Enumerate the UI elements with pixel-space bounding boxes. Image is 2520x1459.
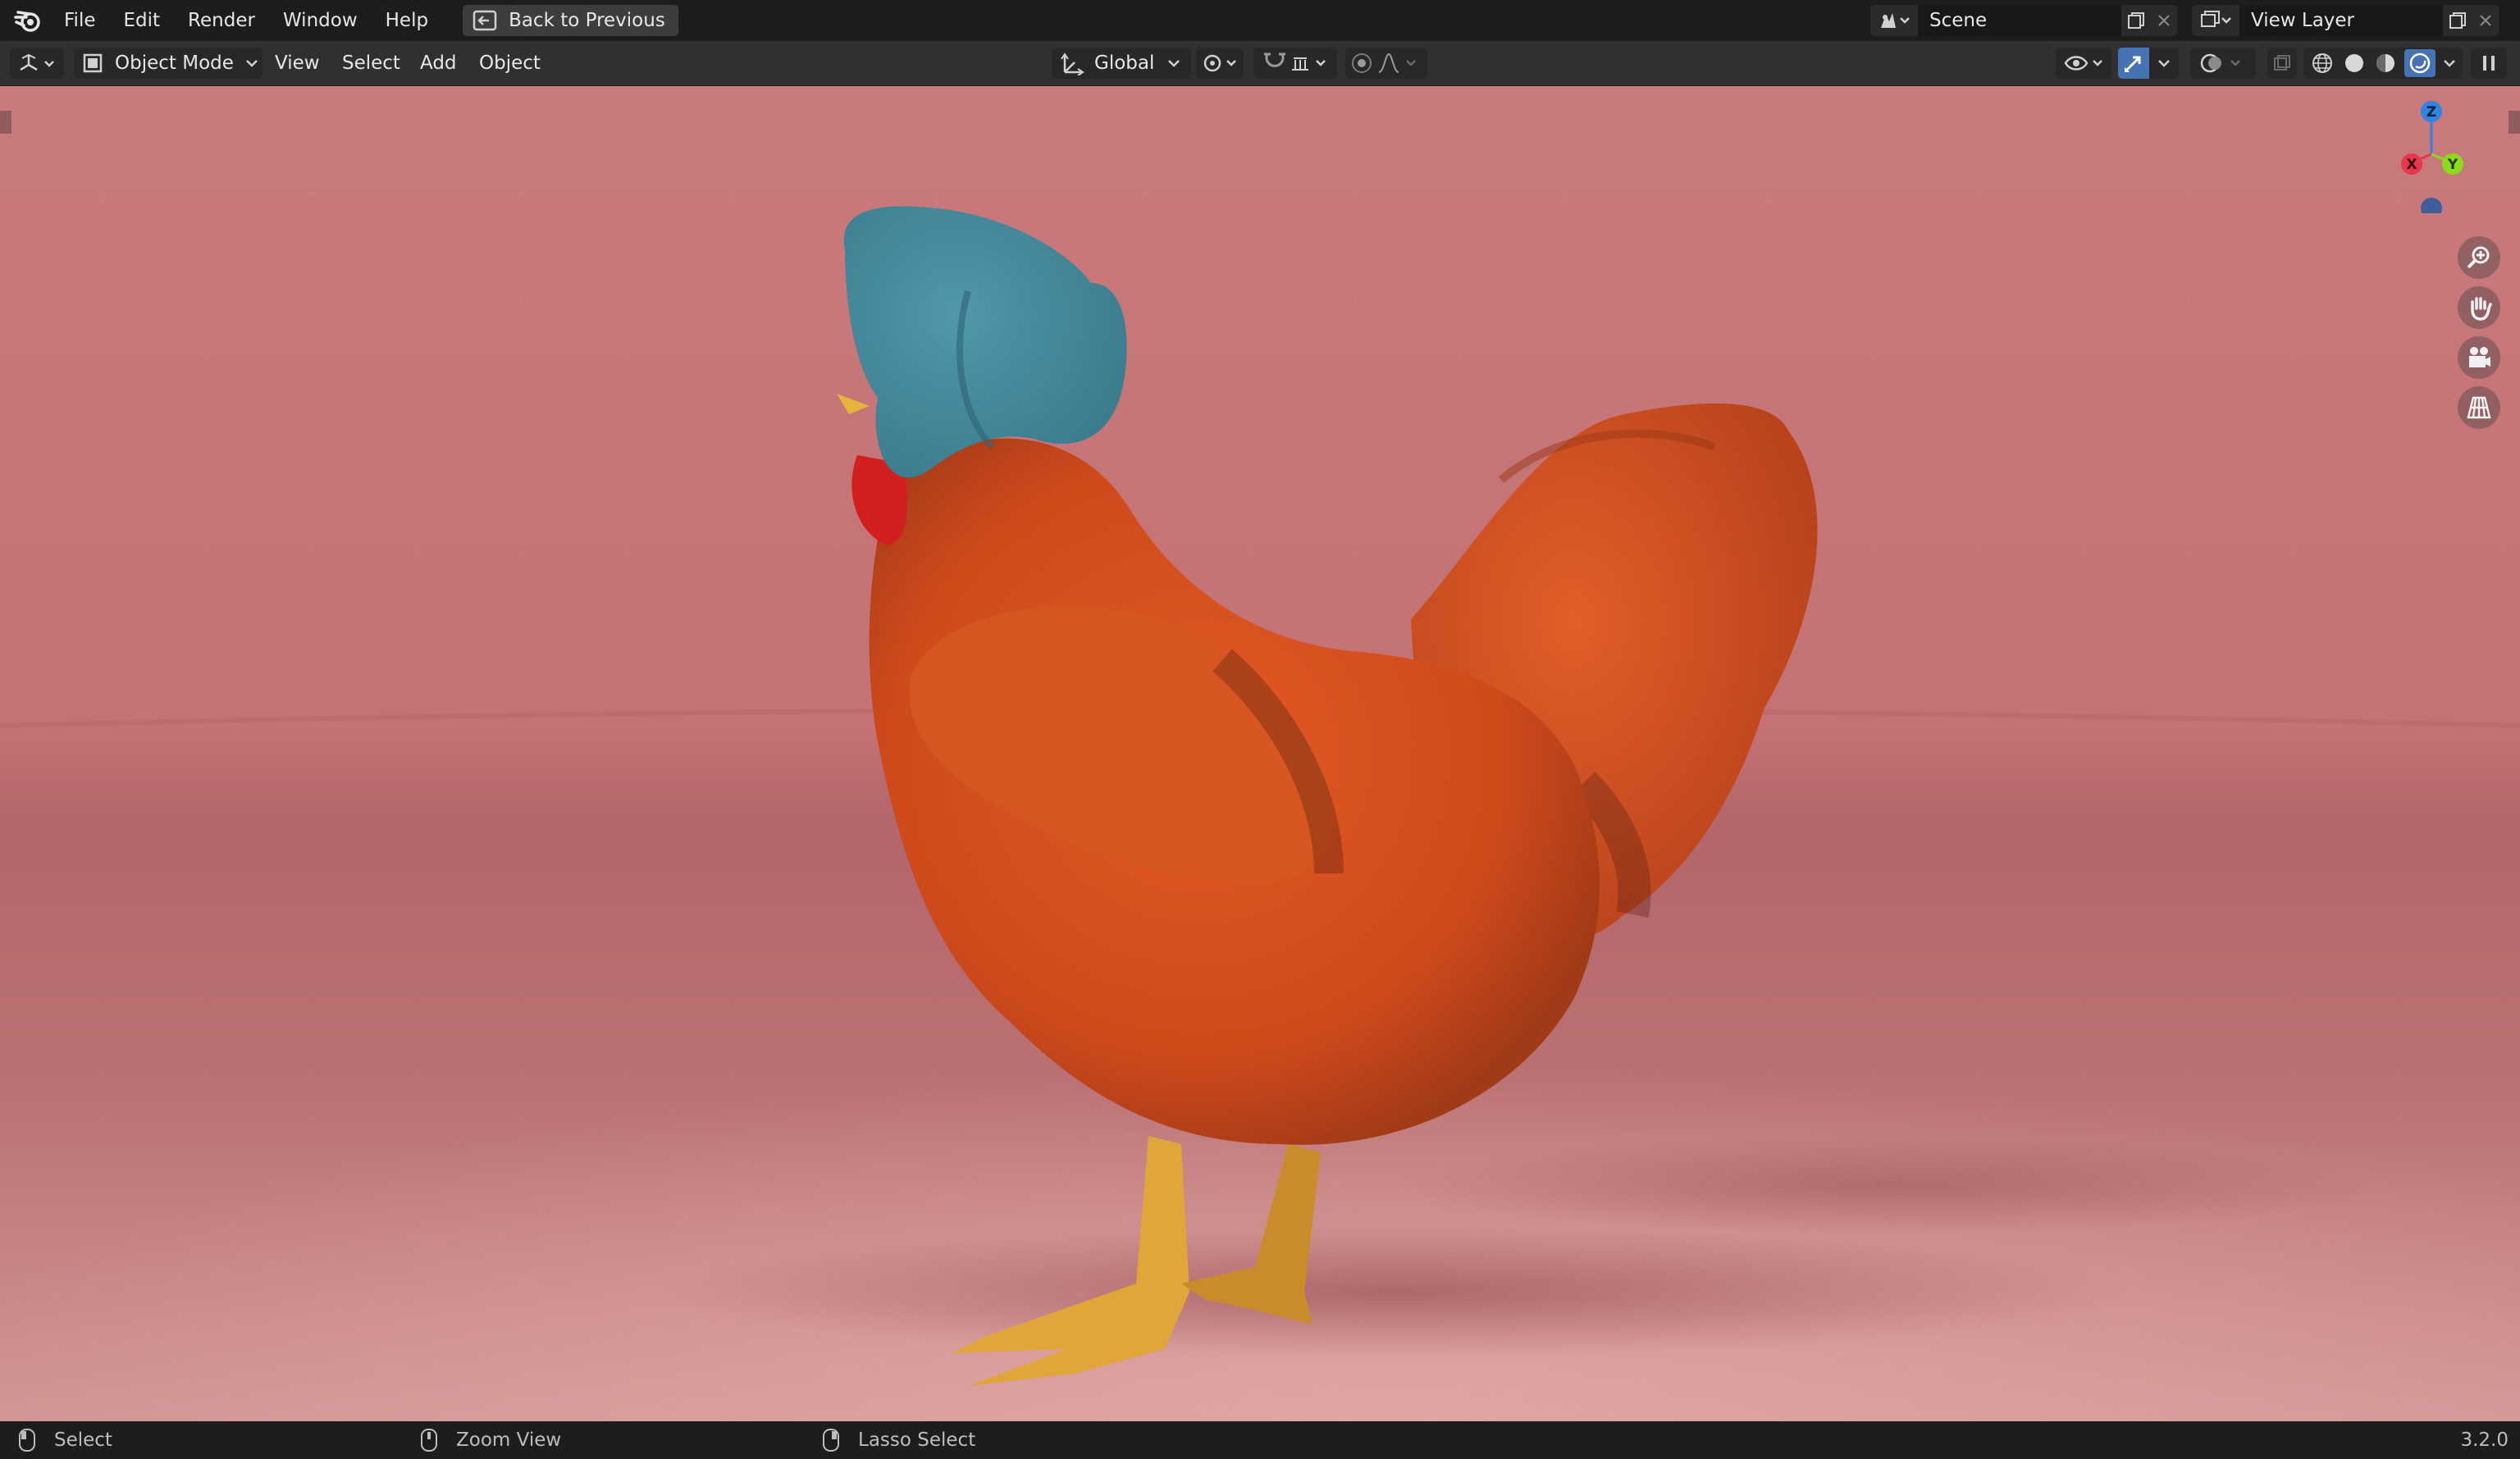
3d-viewport-icon bbox=[20, 53, 54, 71]
view-layer-name-field[interactable]: View Layer bbox=[2239, 5, 2443, 36]
chevron-down-icon bbox=[1168, 60, 1180, 67]
transform-orientation-label: Global bbox=[1094, 52, 1155, 74]
back-to-previous-label: Back to Previous bbox=[509, 10, 665, 31]
menu-edit[interactable]: Edit bbox=[124, 10, 161, 31]
solid-shading-icon[interactable] bbox=[2342, 51, 2367, 75]
camera-view-button[interactable] bbox=[2458, 336, 2500, 379]
show-gizmo-toggle[interactable] bbox=[2118, 48, 2149, 79]
grid-perspective-icon bbox=[2467, 396, 2491, 419]
falloff-curve-icon bbox=[1378, 52, 1416, 73]
pause-icon bbox=[2483, 56, 2495, 71]
transform-orientation-dropdown[interactable]: Global bbox=[1052, 48, 1191, 79]
view-layer-browse-button[interactable] bbox=[2192, 5, 2239, 36]
overlays-icon bbox=[2200, 53, 2240, 73]
scene-icon bbox=[1881, 13, 1910, 28]
menu-window[interactable]: Window bbox=[283, 10, 358, 31]
scene-browse-button[interactable] bbox=[1870, 5, 1918, 36]
material-preview-icon[interactable] bbox=[2373, 51, 2398, 75]
view-layer-name: View Layer bbox=[2251, 10, 2355, 31]
object-mode-icon bbox=[83, 53, 103, 73]
proportional-editing-icon bbox=[1352, 53, 1372, 73]
snap-increment-icon bbox=[1292, 57, 1326, 71]
pivot-point-dropdown[interactable] bbox=[1196, 48, 1244, 79]
top-menu-bar: File Edit Render Window Help Back to Pre… bbox=[0, 0, 2520, 41]
gizmo-options-dropdown[interactable] bbox=[2149, 48, 2179, 79]
version-label: 3.2.0 bbox=[2460, 1429, 2509, 1451]
eye-icon bbox=[2064, 56, 2102, 71]
axis-y-label: Y bbox=[2447, 157, 2458, 173]
gizmo-icon bbox=[2125, 56, 2141, 72]
overlays-toggle[interactable] bbox=[2190, 48, 2256, 79]
sidebar-toggle[interactable] bbox=[2509, 111, 2520, 134]
pivot-point-icon bbox=[1203, 54, 1236, 72]
toolbar-toggle[interactable] bbox=[0, 111, 11, 134]
view-menu[interactable]: View bbox=[275, 48, 320, 79]
selectability-visibility-dropdown[interactable] bbox=[2056, 48, 2111, 79]
proportional-editing-toggle[interactable] bbox=[1345, 48, 1427, 79]
new-scene-button[interactable] bbox=[2121, 5, 2151, 36]
blender-logo-icon[interactable] bbox=[13, 6, 43, 35]
close-icon bbox=[2480, 15, 2491, 26]
axis-neg-z-handle[interactable] bbox=[2421, 198, 2442, 213]
pause-render-button[interactable] bbox=[2471, 48, 2507, 79]
xray-icon bbox=[2274, 55, 2290, 71]
zoom-view-button[interactable] bbox=[2458, 236, 2500, 279]
view-layer-icon bbox=[2201, 11, 2231, 27]
snapping-toggle[interactable] bbox=[1253, 48, 1337, 79]
mouse-right-icon bbox=[823, 1429, 839, 1452]
wireframe-shading-icon[interactable] bbox=[2310, 51, 2335, 75]
delete-scene-button[interactable] bbox=[2151, 5, 2177, 36]
magnet-icon bbox=[1264, 52, 1285, 67]
mouse-middle-icon bbox=[421, 1429, 437, 1452]
back-arrow-icon bbox=[472, 10, 497, 31]
back-to-previous-button[interactable]: Back to Previous bbox=[463, 5, 678, 36]
object-mode-label: Object Mode bbox=[115, 52, 234, 74]
scene-name: Scene bbox=[1929, 10, 1988, 31]
orientation-global-icon bbox=[1061, 52, 1084, 75]
axis-x-label: X bbox=[2406, 157, 2417, 173]
camera-icon bbox=[2469, 347, 2490, 367]
status-lasso-label: Lasso Select bbox=[858, 1429, 976, 1451]
viewport-header: Object Mode View Select Add Object Globa… bbox=[0, 41, 2520, 86]
object-menu[interactable]: Object bbox=[479, 48, 541, 79]
duplicate-icon bbox=[2449, 12, 2466, 29]
status-select-label: Select bbox=[54, 1429, 112, 1451]
status-hint-lasso: Lasso Select bbox=[822, 1428, 975, 1452]
new-view-layer-button[interactable] bbox=[2443, 5, 2472, 36]
status-zoom-label: Zoom View bbox=[456, 1429, 562, 1451]
duplicate-icon bbox=[2128, 12, 2144, 29]
rendered-shading-icon bbox=[2410, 52, 2431, 74]
status-hint-zoom: Zoom View bbox=[420, 1428, 561, 1452]
scene-selector: Scene bbox=[1870, 5, 2177, 36]
status-bar: Select Zoom View Lasso Select 3.2.0 bbox=[0, 1421, 2520, 1459]
zoom-icon bbox=[2467, 246, 2490, 269]
pan-view-button[interactable] bbox=[2458, 286, 2500, 329]
rendered-shading-button[interactable] bbox=[2404, 49, 2436, 77]
chevron-down-icon bbox=[2158, 60, 2170, 67]
delete-view-layer-button[interactable] bbox=[2472, 5, 2499, 36]
object-mode-dropdown[interactable]: Object Mode bbox=[74, 48, 262, 79]
xray-toggle[interactable] bbox=[2267, 48, 2297, 79]
select-menu[interactable]: Select bbox=[342, 48, 400, 79]
axis-z-label: Z bbox=[2426, 104, 2436, 121]
menu-help[interactable]: Help bbox=[386, 10, 428, 31]
scene-name-field[interactable]: Scene bbox=[1918, 5, 2121, 36]
navigation-gizmo[interactable]: Z X Y bbox=[2381, 98, 2495, 213]
3d-viewport[interactable]: Z X Y bbox=[0, 86, 2520, 1421]
rendered-scene bbox=[0, 206, 2520, 1421]
status-hint-select: Select bbox=[18, 1428, 112, 1452]
view-layer-selector: View Layer bbox=[2192, 5, 2499, 36]
editor-type-button[interactable] bbox=[10, 48, 64, 79]
hand-icon bbox=[2471, 297, 2492, 321]
menu-render[interactable]: Render bbox=[188, 10, 255, 31]
shading-mode-group bbox=[2303, 48, 2463, 79]
chevron-down-icon[interactable] bbox=[2443, 58, 2456, 68]
add-menu[interactable]: Add bbox=[420, 48, 457, 79]
menu-file[interactable]: File bbox=[64, 10, 96, 31]
mouse-left-icon bbox=[19, 1429, 35, 1452]
close-icon bbox=[2158, 15, 2170, 26]
perspective-toggle-button[interactable] bbox=[2458, 386, 2500, 429]
chevron-down-icon bbox=[246, 60, 258, 67]
